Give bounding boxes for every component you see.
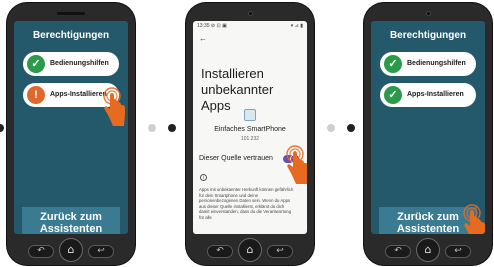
page-title: Installieren unbekannter Apps <box>201 66 274 113</box>
step-connector-dot <box>0 124 4 132</box>
permission-install-apps[interactable]: ✓ Apps-Installieren <box>380 83 476 107</box>
check-icon: ✓ <box>27 55 45 73</box>
permission-label: Bedienungshilfen <box>50 60 109 67</box>
front-camera <box>247 11 253 16</box>
check-icon: ✓ <box>384 55 402 73</box>
trust-source-label: Dieser Quelle vertrauen <box>199 155 273 162</box>
home-key[interactable]: ⌂ <box>238 238 262 262</box>
permission-accessibility[interactable]: ✓ Bedienungshilfen <box>380 52 476 76</box>
permissions-screen-step-1: Berechtigungen ✓ Bedienungshilfen ! Apps… <box>14 21 128 234</box>
app-icon <box>244 109 256 121</box>
home-key[interactable]: ⌂ <box>59 238 83 262</box>
pointing-hand-icon <box>286 145 307 184</box>
permissions-screen-step-3: Berechtigungen ✓ Bedienungshilfen ✓ Apps… <box>371 21 485 234</box>
phone-step-3: Berechtigungen ✓ Bedienungshilfen ✓ Apps… <box>364 3 492 265</box>
step-connector-dot <box>148 124 156 132</box>
app-name: Einfaches SmartPhone <box>214 126 286 133</box>
page-title: Berechtigungen <box>32 30 110 41</box>
recent-key[interactable]: ↩ <box>88 245 114 258</box>
back-to-assistant-button[interactable]: Zurück zum Assistenten <box>22 207 120 234</box>
back-key[interactable]: ↶ <box>207 245 233 258</box>
check-icon: ✓ <box>384 86 402 104</box>
info-text: Apps mit unbekannter Herkunft können gef… <box>199 187 294 220</box>
status-icons: ⊘ ⊡ ▣ <box>210 23 227 29</box>
phone-step-2: 13:35 ⊘ ⊡ ▣ ▾ ⊿ ▮ ← Installieren unbekan… <box>186 3 314 265</box>
install-unknown-apps-screen: 13:35 ⊘ ⊡ ▣ ▾ ⊿ ▮ ← Installieren unbekan… <box>193 21 307 234</box>
permission-label: Bedienungshilfen <box>407 60 466 67</box>
step-connector-dot <box>168 124 176 132</box>
navigation-bar: ↶ ⌂ ↩ <box>7 235 135 265</box>
page-title: Berechtigungen <box>389 30 467 41</box>
recent-key[interactable]: ↩ <box>267 245 293 258</box>
alert-icon: ! <box>27 86 45 104</box>
phone-step-1: Berechtigungen ✓ Bedienungshilfen ! Apps… <box>7 3 135 265</box>
step-connector-dot <box>347 124 355 132</box>
front-camera <box>425 11 431 16</box>
status-bar: 13:35 ⊘ ⊡ ▣ ▾ ⊿ ▮ <box>197 23 303 29</box>
earpiece <box>57 12 85 15</box>
status-time: 13:35 <box>197 23 210 29</box>
back-key[interactable]: ↶ <box>385 245 411 258</box>
back-arrow-icon[interactable]: ← <box>199 34 207 43</box>
app-version: 101.232 <box>240 136 260 142</box>
signal-battery-icons: ▾ ⊿ ▮ <box>290 23 303 29</box>
navigation-bar: ↶ ⌂ ↩ <box>364 235 492 265</box>
info-icon: i <box>200 174 207 181</box>
permission-label: Apps-Installieren <box>407 91 464 98</box>
pointing-hand-icon <box>103 87 125 126</box>
home-key[interactable]: ⌂ <box>416 238 440 262</box>
pointing-hand-icon <box>463 204 485 234</box>
navigation-bar: ↶ ⌂ ↩ <box>186 235 314 265</box>
step-connector-dot <box>327 124 335 132</box>
back-key[interactable]: ↶ <box>28 245 54 258</box>
permission-accessibility[interactable]: ✓ Bedienungshilfen <box>23 52 119 76</box>
recent-key[interactable]: ↩ <box>445 245 471 258</box>
